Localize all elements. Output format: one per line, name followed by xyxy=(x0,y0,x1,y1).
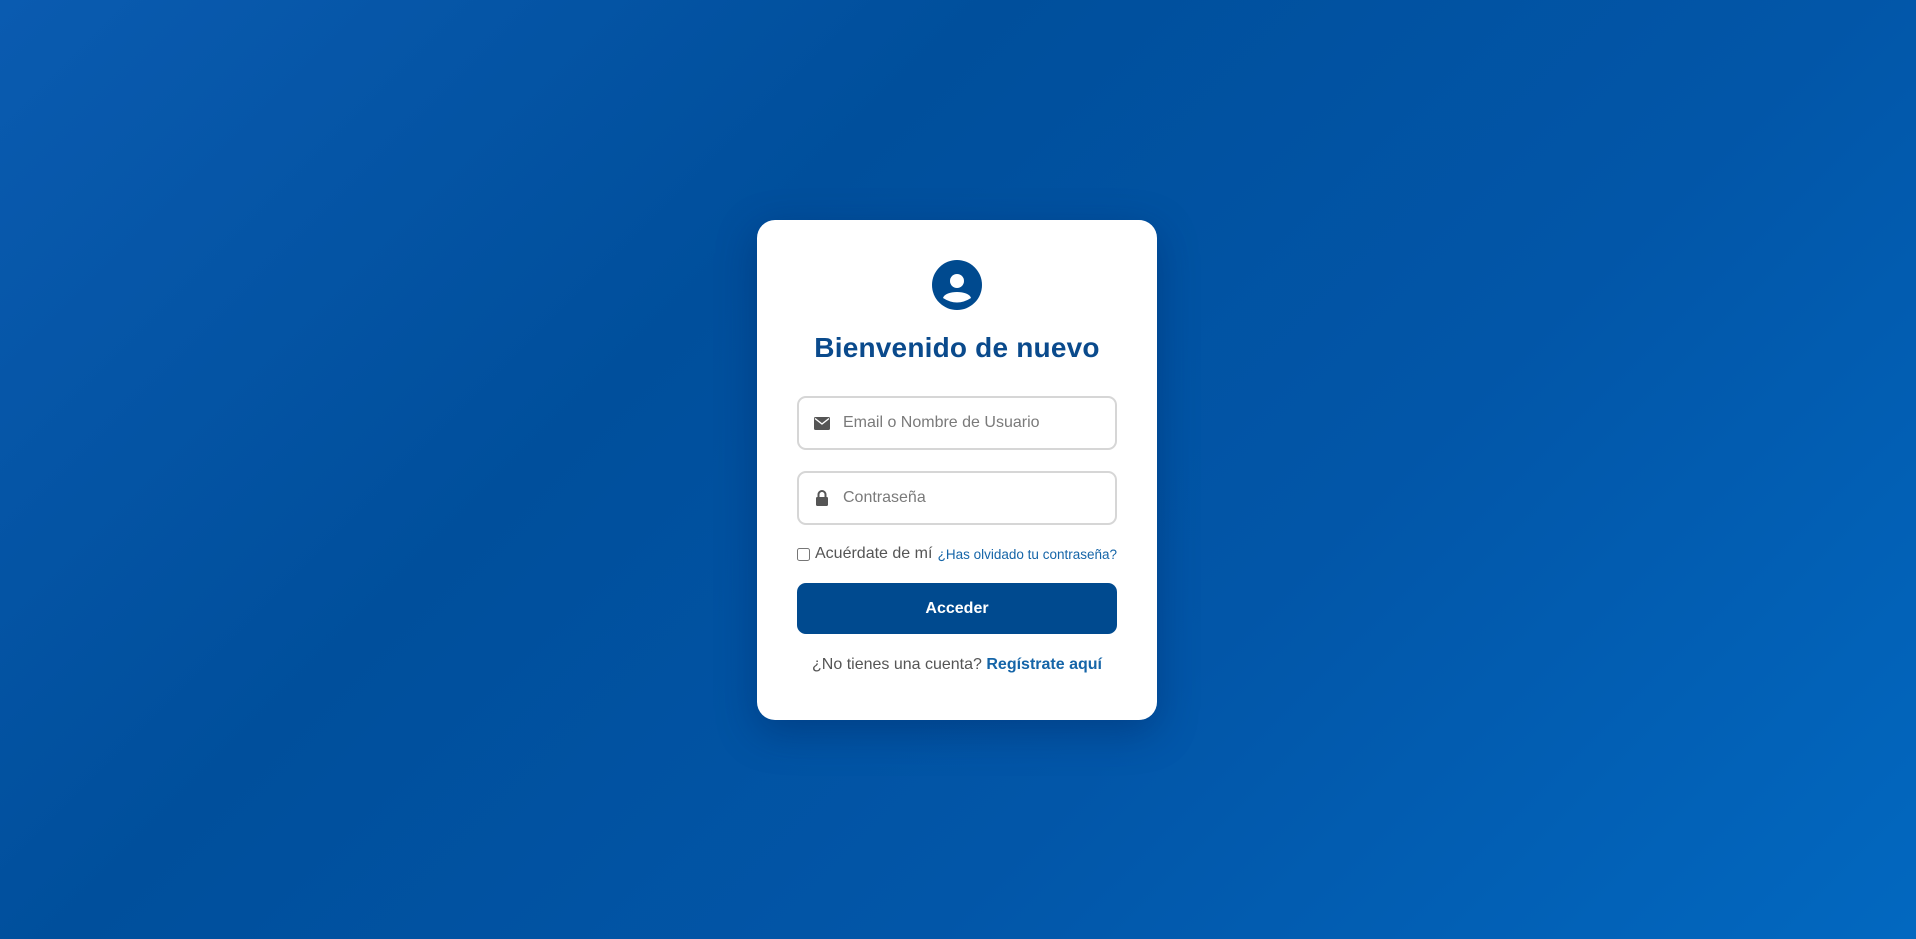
login-options: Acuérdate de mí ¿Has olvidado tu contras… xyxy=(797,545,1117,563)
page-title: Bienvenido de nuevo xyxy=(814,332,1100,363)
username-input[interactable] xyxy=(843,398,1109,448)
lock-icon xyxy=(813,490,831,506)
register-prompt: ¿No tienes una cuenta? Regístrate aquí xyxy=(797,656,1117,674)
login-card: Bienvenido de nuevo Acuérdate de mí ¿Has… xyxy=(757,220,1157,720)
remember-me[interactable]: Acuérdate de mí xyxy=(797,545,932,563)
remember-label: Acuérdate de mí xyxy=(815,545,933,562)
password-field[interactable] xyxy=(797,471,1117,525)
password-input[interactable] xyxy=(843,473,1109,523)
envelope-icon xyxy=(813,415,831,431)
register-link[interactable]: Regístrate aquí xyxy=(986,656,1102,673)
forgot-password-link[interactable]: ¿Has olvidado tu contraseña? xyxy=(938,547,1117,562)
login-button[interactable]: Acceder xyxy=(797,583,1117,634)
username-field[interactable] xyxy=(797,396,1117,450)
register-prompt-text: ¿No tienes una cuenta? xyxy=(812,656,982,673)
user-circle-icon xyxy=(932,260,982,310)
remember-checkbox[interactable] xyxy=(797,547,810,561)
